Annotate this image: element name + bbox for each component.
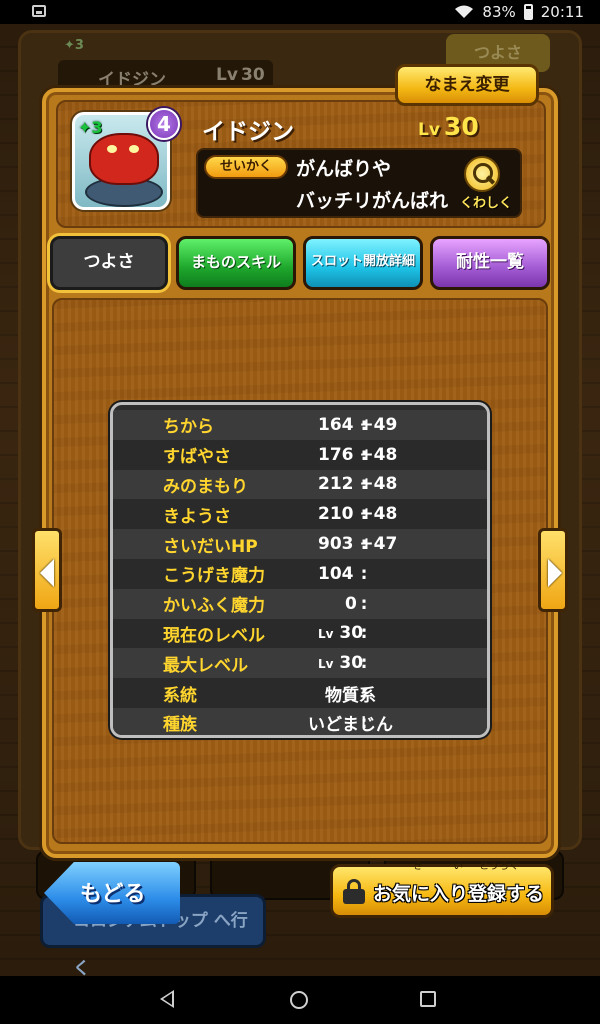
background-star: ✦3 xyxy=(64,38,84,53)
stat-row: かいふく魔力:0 xyxy=(113,588,487,619)
lock-icon xyxy=(343,879,365,904)
stat-row: ちから:164 +49 xyxy=(113,410,487,440)
stat-row: きようさ:210 +48 xyxy=(113,499,487,530)
arrow-right-icon xyxy=(548,559,562,587)
stat-row: みのまもり:212 +48 xyxy=(113,469,487,500)
level-value: 30 xyxy=(443,112,479,141)
next-monster-button[interactable] xyxy=(538,528,568,612)
tab-strength[interactable]: つよさ xyxy=(50,236,168,290)
personality-label: せいかく xyxy=(204,155,288,179)
nav-recents-icon[interactable] xyxy=(420,991,436,1007)
stat-value: 176 +48 xyxy=(318,444,398,465)
stat-value: 903 +47 xyxy=(318,534,398,555)
stat-row: こうげき魔力:104 xyxy=(113,558,487,589)
stat-value: 0 xyxy=(345,593,357,614)
notification-icon xyxy=(32,5,46,17)
background-name: イドジン xyxy=(98,70,166,90)
stat-row: 系統: 物質系 xyxy=(113,678,487,708)
stat-value: 104 xyxy=(318,563,354,584)
battery-icon xyxy=(523,4,533,20)
stat-name: 種族 xyxy=(163,715,197,736)
background-level: 30 xyxy=(241,65,265,85)
stat-name: 系統 xyxy=(163,685,197,706)
level-prefix: Lv xyxy=(418,120,440,140)
rank-badge: 4 xyxy=(148,108,180,140)
stat-name: かいふく魔力 xyxy=(163,596,265,617)
stat-name: 最大レベル xyxy=(163,655,248,676)
stat-name: ちから xyxy=(163,417,214,438)
stat-name: こうげき魔力 xyxy=(163,566,265,587)
stat-name: すばやさ xyxy=(163,447,231,468)
back-button-label: もどる xyxy=(80,882,146,907)
background-level-prefix: Lv xyxy=(216,65,238,85)
back-button[interactable]: もどる xyxy=(44,862,180,924)
nav-home-icon[interactable] xyxy=(290,991,308,1009)
stat-name: さいだいHP xyxy=(163,536,258,557)
stat-value: 164 +49 xyxy=(318,414,398,435)
stat-row: さいだいHP:903 +47 xyxy=(113,529,487,559)
battery-percent: 83% xyxy=(482,3,516,21)
stat-row: 最大レベル: Lv 30 xyxy=(113,648,487,679)
ruby-text: い xyxy=(453,861,463,872)
stat-row: 種族: いどまじん xyxy=(113,707,487,736)
favorite-register-button[interactable]: き い とうろく お気に入り登録する xyxy=(330,861,554,918)
stat-name: 現在のレベル xyxy=(163,625,265,646)
detail-button-label: くわしく xyxy=(459,196,512,211)
system-nav-bar xyxy=(0,976,600,1024)
stat-value: 212 +48 xyxy=(318,474,398,495)
favorite-button-label: お気に入り登録する xyxy=(373,883,545,905)
stat-value: 210 +48 xyxy=(318,504,398,525)
stat-value: 物質系 xyxy=(325,685,376,706)
monster-level: Lv 30 xyxy=(418,112,479,141)
stat-name: きようさ xyxy=(163,506,231,527)
background-name-plate: イドジン Lv 30 xyxy=(58,60,273,90)
personality-detail-button[interactable]: くわしく xyxy=(456,154,516,214)
stat-value: Lv 30 xyxy=(318,653,364,674)
personality-motto: バッチリがんばれ xyxy=(296,190,449,212)
magnifier-icon xyxy=(464,156,500,192)
ruby-text: き xyxy=(413,861,423,872)
stat-value: Lv 30 xyxy=(318,623,364,644)
monster-name: イドジン xyxy=(202,119,294,145)
ruby-text: とうろく xyxy=(479,861,519,872)
stat-row: すばやさ:176 +48 xyxy=(113,439,487,470)
stat-value: いどまじん xyxy=(308,715,393,736)
previous-monster-button[interactable] xyxy=(32,528,62,612)
tab-slot-details[interactable]: スロット開放詳細 xyxy=(303,236,423,290)
nav-back-icon[interactable] xyxy=(160,990,174,1008)
stats-table: ちから:164 +49 すばやさ:176 +48 みのまもり:212 +48 き… xyxy=(110,402,490,738)
clock: 20:11 xyxy=(540,3,584,21)
tab-resistances[interactable]: 耐性一覧 xyxy=(430,236,550,290)
tab-monster-skill[interactable]: まものスキル xyxy=(176,236,296,290)
star-level-badge: ✦3 xyxy=(78,118,103,137)
rename-button[interactable]: なまえ変更 xyxy=(395,64,539,106)
stat-row: 現在のレベル: Lv 30 xyxy=(113,618,487,649)
arrow-left-icon xyxy=(40,559,54,587)
stat-name: みのまもり xyxy=(163,476,248,497)
personality-name: がんばりや xyxy=(296,158,392,180)
status-bar: 83% 20:11 xyxy=(0,0,600,24)
wifi-icon xyxy=(455,5,474,18)
